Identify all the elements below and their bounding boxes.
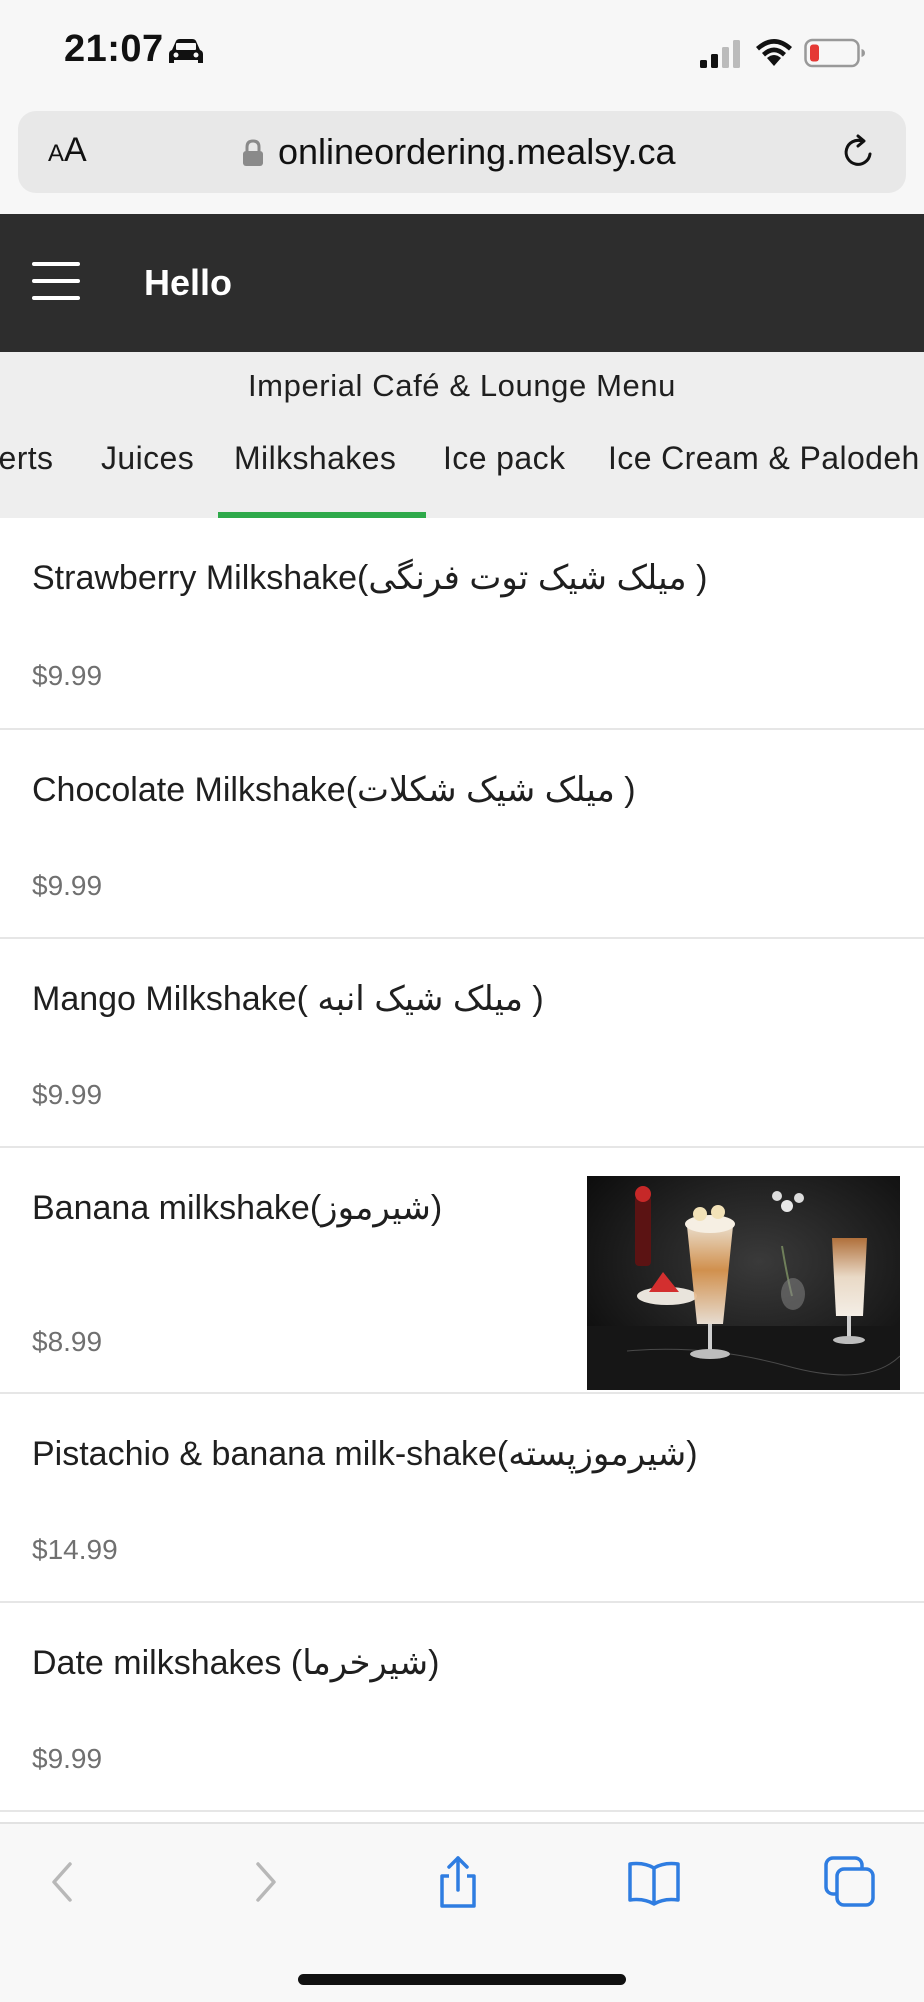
menu-item[interactable]: Strawberry Milkshake(میلک شیک توت فرنگی … [0, 518, 924, 730]
item-price: $9.99 [32, 1079, 103, 1110]
menu-items-list: Strawberry Milkshake(میلک شیک توت فرنگی … [0, 518, 924, 1812]
cellular-signal-icon [700, 40, 740, 68]
text-size-button[interactable]: AA [48, 131, 87, 170]
browser-address-area: AA onlineordering.mealsy.ca [0, 106, 924, 214]
menu-item[interactable]: Pistachio & banana milk-shake(شیرموزپسته… [0, 1394, 924, 1603]
item-price: $9.99 [32, 870, 103, 901]
menu-item[interactable]: Chocolate Milkshake(میلک شیک شکلات ) $9.… [0, 730, 924, 939]
menu-item[interactable]: Date milkshakes (شیرخرما) $9.99 [0, 1603, 924, 1812]
item-price: $9.99 [32, 660, 103, 691]
category-tabs: Desserts Juices Milkshakes Ice pack Ice … [0, 418, 924, 518]
item-name: Mango Milkshake( میلک شیک انبه ) [32, 980, 544, 1018]
menu-item[interactable]: Banana milkshake(شیرموز) $8.99 [0, 1148, 924, 1394]
lock-icon [243, 139, 263, 166]
item-price: $14.99 [32, 1534, 118, 1565]
car-icon [169, 39, 203, 63]
item-name: Pistachio & banana milk-shake(شیرموزپسته… [32, 1435, 698, 1473]
status-bar: 21:07 [0, 0, 924, 106]
menu-title-bar: Imperial Café & Lounge Menu [0, 352, 924, 418]
item-name: Strawberry Milkshake(میلک شیک توت فرنگی … [32, 559, 708, 597]
item-price: $9.99 [32, 1743, 103, 1774]
address-bar[interactable]: AA onlineordering.mealsy.ca [18, 111, 906, 193]
home-indicator [298, 1974, 626, 1985]
item-name: Chocolate Milkshake(میلک شیک شکلات ) [32, 771, 636, 809]
bookmarks-icon[interactable] [626, 1854, 682, 1910]
status-time: 21:07 [64, 28, 164, 70]
tab-milkshakes[interactable]: Milkshakes [234, 440, 396, 477]
forward-icon[interactable] [236, 1854, 292, 1910]
greeting-text: Hello [144, 262, 233, 303]
item-name: Date milkshakes (شیرخرما) [32, 1644, 440, 1682]
url-text[interactable]: onlineordering.mealsy.ca [278, 131, 676, 173]
tab-ice-cream-palodeh[interactable]: Ice Cream & Palodeh [608, 440, 920, 477]
battery-low-icon [804, 38, 865, 68]
tab-desserts[interactable]: Desserts [0, 440, 53, 477]
wifi-icon [756, 39, 792, 66]
back-icon[interactable] [36, 1854, 92, 1910]
item-name: Banana milkshake(شیرموز) [32, 1189, 443, 1227]
browser-toolbar [0, 1822, 924, 2002]
item-price: $8.99 [32, 1326, 103, 1357]
tab-juices[interactable]: Juices [101, 440, 194, 477]
tabs-icon[interactable] [822, 1854, 878, 1910]
reload-icon[interactable] [840, 133, 878, 171]
item-photo[interactable] [587, 1176, 900, 1390]
app-header: Hello [0, 214, 924, 352]
tab-ice-pack[interactable]: Ice pack [443, 440, 565, 477]
share-icon[interactable] [430, 1854, 486, 1910]
menu-item[interactable]: Mango Milkshake( میلک شیک انبه ) $9.99 [0, 939, 924, 1148]
hamburger-menu-icon[interactable] [32, 262, 80, 302]
menu-title: Imperial Café & Lounge Menu [247, 368, 677, 403]
